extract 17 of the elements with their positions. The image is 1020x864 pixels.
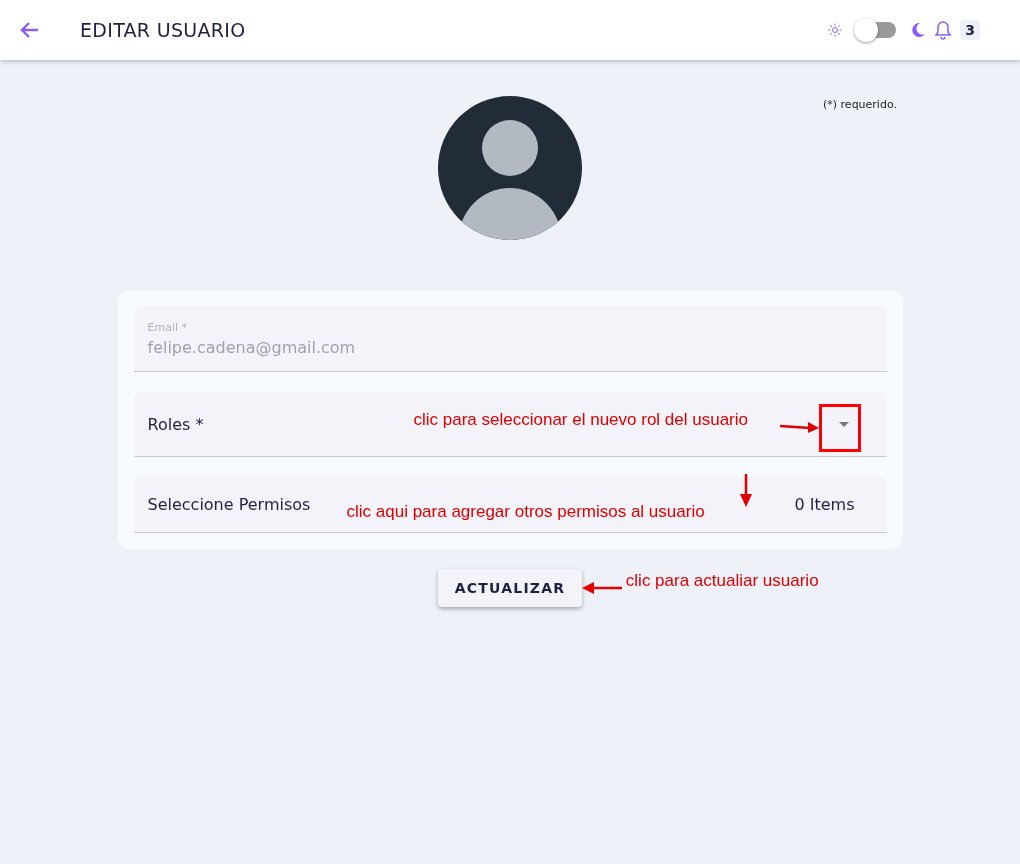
page-title: EDITAR USUARIO <box>80 19 247 41</box>
roles-select[interactable]: Roles * clic para seleccionar el nuevo rol del usuario <box>133 392 887 457</box>
permissions-select[interactable]: Seleccione Permisos clic aqui para agregar otros permisos al usuario 0 Items <box>133 477 887 533</box>
annotation-text: clic para actualiar usuario <box>625 571 819 591</box>
notification-count: 3 <box>960 20 980 40</box>
annotation-arrow <box>739 474 752 508</box>
annotation-text: clic para seleccionar el nuevo rol del usuario <box>413 410 748 430</box>
sun-icon <box>828 23 843 37</box>
annotation-arrow <box>581 582 622 594</box>
required-note: (*) requerido. <box>823 98 897 111</box>
bell-icon[interactable] <box>934 20 953 40</box>
annotation-arrow <box>779 421 820 433</box>
update-button[interactable]: ACTUALIZAR <box>437 569 583 607</box>
annotation-text: clic aqui para agregar otros permisos al usuario <box>346 502 705 522</box>
highlight-frame <box>818 404 861 452</box>
moon-icon <box>910 22 927 38</box>
dropdown-caret-icon <box>838 421 849 427</box>
